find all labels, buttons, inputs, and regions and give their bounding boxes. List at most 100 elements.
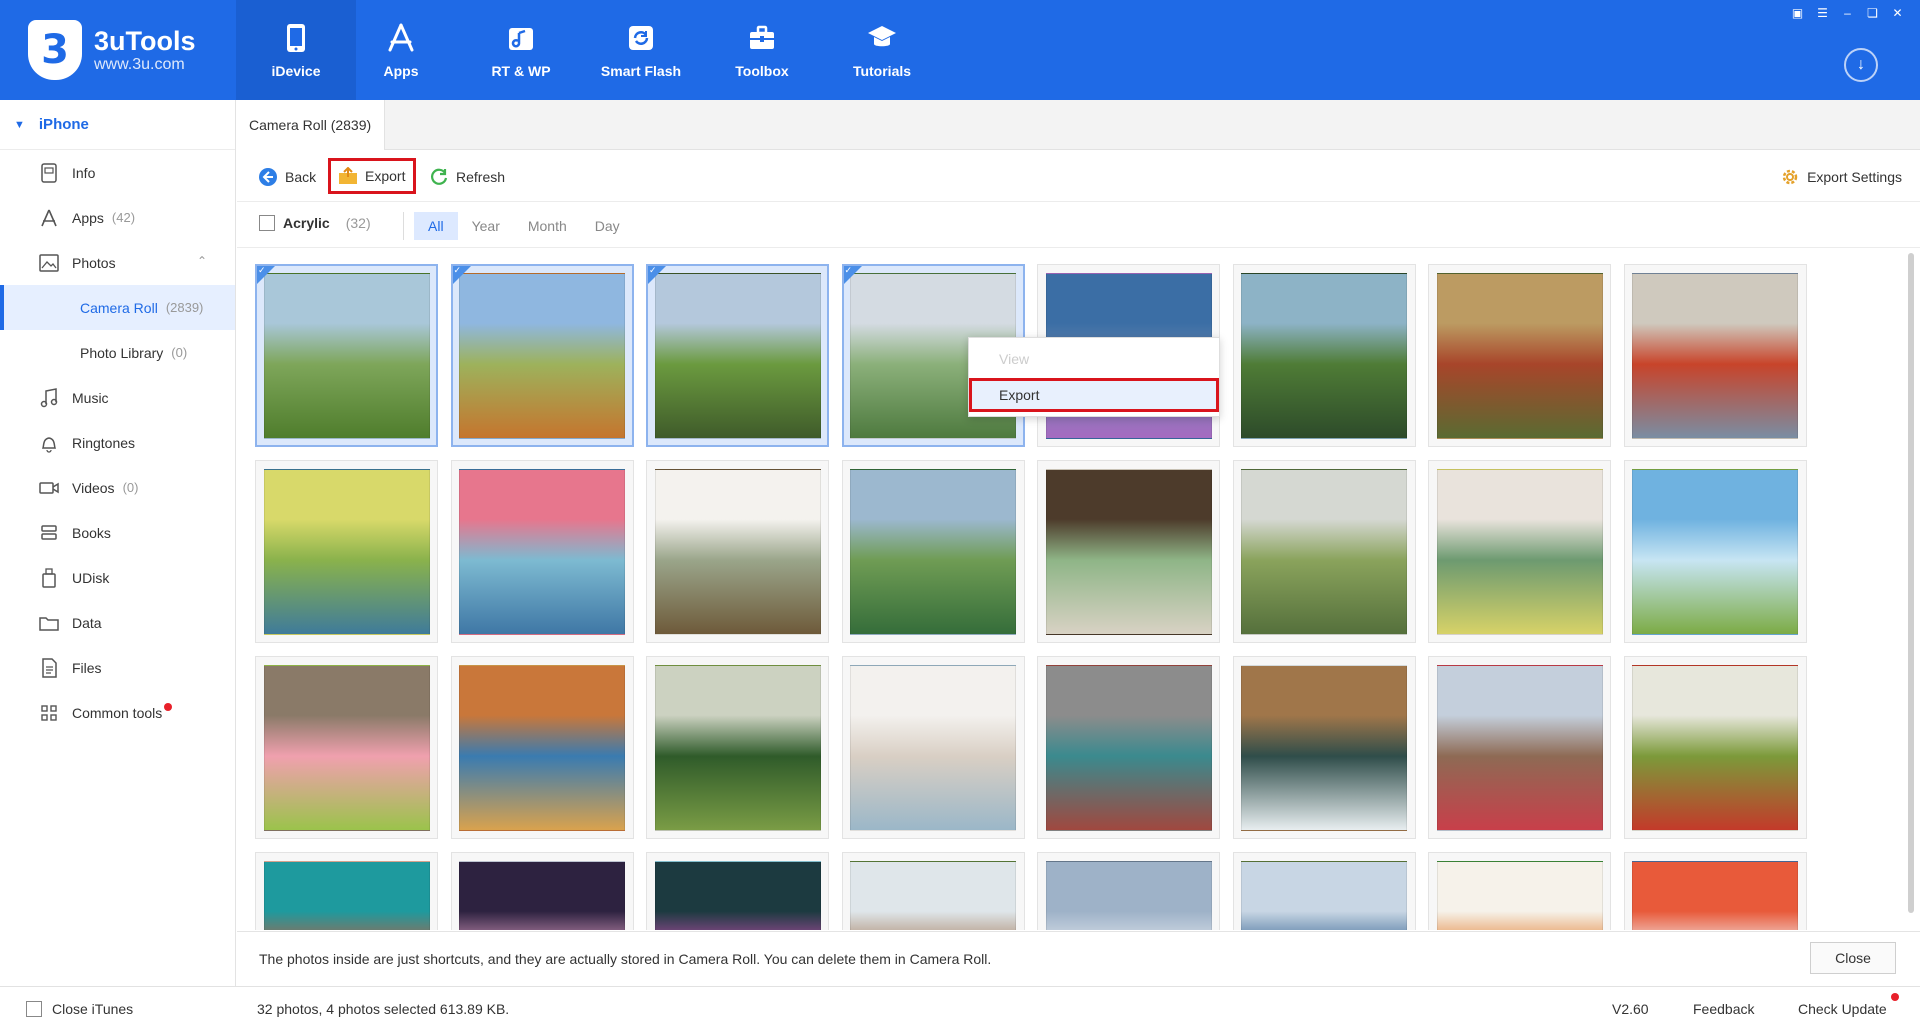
- painting-image: [459, 468, 625, 635]
- nav-smart-flash[interactable]: Smart Flash: [581, 0, 701, 100]
- photo-thumbnail[interactable]: [646, 852, 829, 930]
- tab-camera-roll[interactable]: Camera Roll (2839): [237, 100, 385, 150]
- painting-image: [850, 468, 1016, 635]
- context-menu-export[interactable]: Export: [969, 378, 1219, 412]
- painting-image: [263, 664, 430, 831]
- photo-thumbnail[interactable]: [1232, 852, 1416, 930]
- photo-thumbnail[interactable]: [1232, 264, 1416, 447]
- device-name: iPhone: [38, 116, 89, 133]
- sidebar-item-files[interactable]: Files: [0, 645, 235, 690]
- photo-thumbnail[interactable]: [255, 264, 438, 447]
- painting-image: [654, 860, 821, 930]
- scrollbar[interactable]: [1908, 253, 1914, 913]
- export-settings-button[interactable]: Export Settings: [1779, 162, 1902, 192]
- select-all-checkbox[interactable]: [259, 215, 275, 231]
- nav-toolbox[interactable]: Toolbox: [702, 0, 822, 100]
- photo-thumbnail[interactable]: [1037, 656, 1220, 839]
- album-name: Acrylic: [283, 215, 330, 231]
- update-dot: [1890, 993, 1899, 1001]
- photo-thumbnail[interactable]: [646, 460, 829, 643]
- close-icon[interactable]: ✕: [1889, 4, 1906, 21]
- sidebar-item-books[interactable]: Books: [0, 510, 235, 555]
- photo-thumbnail[interactable]: [255, 852, 438, 930]
- photo-thumbnail[interactable]: [646, 656, 829, 839]
- photo-thumbnail[interactable]: [1623, 264, 1807, 447]
- photo-thumbnail[interactable]: [255, 656, 438, 839]
- nav-idevice[interactable]: iDevice: [236, 0, 356, 100]
- nav-rt-wp[interactable]: RT & WP: [461, 0, 581, 100]
- sidebar-item-photo-library[interactable]: Photo Library (0): [0, 330, 235, 375]
- close-itunes-checkbox[interactable]: [26, 1000, 42, 1017]
- sidebar-item-info[interactable]: Info: [0, 150, 235, 195]
- nav-apps[interactable]: Apps: [341, 0, 461, 100]
- restore-icon[interactable]: ❏: [1864, 4, 1881, 21]
- export-label: Export: [365, 168, 406, 184]
- photo-thumbnail[interactable]: [1037, 460, 1220, 643]
- photo-thumbnail[interactable]: [450, 460, 634, 643]
- device-header[interactable]: ▼ iPhone: [0, 100, 235, 150]
- sidebar-item-label: Apps: [72, 209, 104, 226]
- context-menu-view[interactable]: View: [969, 342, 1219, 376]
- sidebar-item-common-tools[interactable]: Common tools: [0, 690, 235, 735]
- info-icon: [38, 162, 60, 184]
- photo-thumbnail[interactable]: [1428, 264, 1611, 447]
- painting-image: [1632, 664, 1798, 831]
- photo-thumbnail[interactable]: [450, 852, 634, 930]
- photo-thumbnail[interactable]: [1428, 852, 1611, 930]
- shirt-icon[interactable]: ▣: [1789, 4, 1806, 21]
- photo-thumbnail[interactable]: [1428, 460, 1611, 643]
- back-button[interactable]: Back: [257, 162, 316, 192]
- minimize-icon[interactable]: –: [1839, 4, 1856, 21]
- sidebar-item-music[interactable]: Music: [0, 375, 235, 420]
- photo-thumbnail[interactable]: [841, 460, 1025, 643]
- close-button[interactable]: Close: [1810, 942, 1896, 974]
- check-update-link[interactable]: Check Update: [1798, 987, 1899, 1029]
- sidebar-item-data[interactable]: Data: [0, 600, 235, 645]
- painting-image: [1632, 468, 1798, 635]
- export-button[interactable]: Export: [328, 158, 417, 194]
- segment-day[interactable]: Day: [581, 212, 634, 240]
- photo-thumbnail[interactable]: [1428, 656, 1611, 839]
- sidebar-item-camera-roll[interactable]: Camera Roll (2839): [0, 285, 235, 330]
- menu-icon[interactable]: ☰: [1814, 4, 1831, 21]
- segment-month[interactable]: Month: [514, 212, 581, 240]
- photo-thumbnail[interactable]: [450, 656, 634, 839]
- painting-image: [1436, 860, 1603, 930]
- painting-image: [1045, 664, 1212, 831]
- music-icon: [38, 387, 60, 409]
- sidebar-item-label: Books: [72, 524, 111, 541]
- sidebar-item-ringtones[interactable]: Ringtones: [0, 420, 235, 465]
- feedback-link[interactable]: Feedback: [1693, 987, 1754, 1029]
- photo-thumbnail[interactable]: [1232, 460, 1416, 643]
- photo-thumbnail[interactable]: [1623, 656, 1807, 839]
- photo-thumbnail[interactable]: [255, 460, 438, 643]
- photo-thumbnail[interactable]: [841, 852, 1025, 930]
- close-itunes-toggle[interactable]: Close iTunes: [26, 987, 133, 1029]
- painting-image: [1241, 272, 1407, 439]
- download-icon[interactable]: ↓: [1844, 48, 1878, 82]
- photo-thumbnail[interactable]: [1232, 656, 1416, 839]
- sidebar-item-label: Data: [72, 614, 102, 631]
- tab-bar: Camera Roll (2839): [237, 100, 1920, 150]
- sidebar-item-apps[interactable]: Apps (42): [0, 195, 235, 240]
- sidebar-item-videos[interactable]: Videos (0): [0, 465, 235, 510]
- chevron-up-icon[interactable]: ⌃: [197, 254, 211, 268]
- nav-label: Toolbox: [735, 63, 789, 79]
- painting-image: [1436, 664, 1603, 831]
- painting-image: [1632, 272, 1798, 439]
- app-url: www.3u.com: [94, 56, 185, 73]
- version-label: V2.60: [1612, 1000, 1649, 1017]
- segment-all[interactable]: All: [414, 212, 458, 240]
- photo-thumbnail[interactable]: [841, 656, 1025, 839]
- photo-thumbnail[interactable]: [1623, 852, 1807, 930]
- segment-year[interactable]: Year: [458, 212, 514, 240]
- photo-thumbnail[interactable]: [646, 264, 829, 447]
- refresh-button[interactable]: Refresh: [428, 162, 505, 192]
- photo-thumbnail[interactable]: [450, 264, 634, 447]
- nav-tutorials[interactable]: Tutorials: [822, 0, 942, 100]
- photo-thumbnail[interactable]: [1037, 852, 1220, 930]
- photo-thumbnail[interactable]: [1623, 460, 1807, 643]
- triangle-down-icon: ▼: [14, 118, 25, 131]
- sidebar-item-udisk[interactable]: UDisk: [0, 555, 235, 600]
- sidebar-item-photos[interactable]: Photos ⌃: [0, 240, 235, 285]
